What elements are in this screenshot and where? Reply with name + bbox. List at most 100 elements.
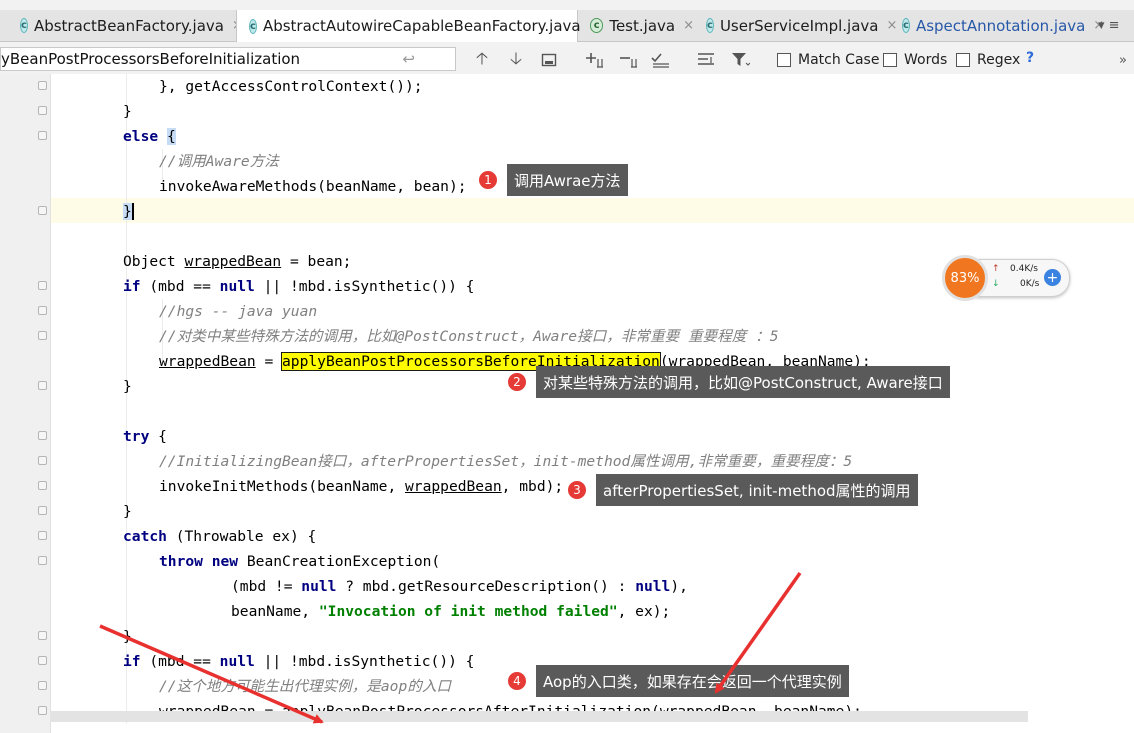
previous-occurrence-icon[interactable]: 🡡 [471,49,493,70]
keyword-try: try [123,428,150,445]
tab-aspect-annotation[interactable]: c AspectAnnotation.java × [890,10,1104,41]
regex-help-icon[interactable]: ? [1026,50,1034,66]
filter-lines-icon[interactable] [695,50,717,70]
horizontal-scrollbar[interactable] [50,711,1028,722]
search-query: yBeanPostProcessorsBeforeInitialization [1,50,301,68]
fold-marker-icon[interactable] [38,681,47,690]
more-options-icon[interactable]: » [1112,50,1134,70]
checkbox-box[interactable] [956,53,970,67]
tab-abstract-autowire-capable-bean-factory[interactable]: c AbstractAutowireCapableBeanFactory.jav… [236,10,600,42]
code-token: ? mbd.getResourceDescription() : [336,578,636,595]
add-occurrence-icon[interactable] [584,50,606,70]
fold-marker-icon[interactable] [38,331,47,340]
checkbox-box[interactable] [777,53,791,67]
regex-label: Regex [977,52,1021,68]
regex-checkbox[interactable]: Regex [956,51,1020,69]
fold-marker-icon[interactable] [38,431,47,440]
code-token: (mbd == [140,653,220,670]
keyword-null: null [635,578,671,595]
code-token: invokeInitMethods(beanName, [159,478,406,495]
fold-marker-icon[interactable] [38,531,47,540]
annotation-badge: 1 [478,170,498,190]
tab-list-menu[interactable]: ▾ ≡ [1098,10,1134,41]
class-icon: c [20,18,28,33]
string-literal: "Invocation of init method failed" [318,603,618,620]
upload-speed: 0.4K/s [1010,264,1038,274]
fold-marker-icon[interactable] [38,131,47,140]
fold-marker-icon[interactable] [38,81,47,90]
code-line: } [123,628,132,645]
tab-label: AbstractBeanFactory.java [33,16,224,35]
fold-marker-icon[interactable] [38,656,47,665]
words-label: Words [904,52,948,68]
filter-icon[interactable] [729,50,751,70]
annotation-badge: 3 [567,480,587,500]
test-class-icon: c [590,18,604,33]
class-icon: c [706,18,714,33]
code-line: beanName, "Invocation of init method fai… [231,599,670,624]
next-occurrence-icon[interactable]: 🡣 [505,49,527,70]
code-line: if (mbd == null || !mbd.isSynthetic()) { [123,649,474,674]
select-all-occurrences-icon[interactable] [538,50,560,70]
code-token: (mbd != [231,578,302,595]
annotation-callout: afterPropertiesSet, init-method属性的调用 [596,474,918,506]
fold-marker-icon[interactable] [38,106,47,115]
code-line: try { [123,424,167,449]
code-line: throw new BeanCreationException( [159,549,440,574]
code-token: = bean; [281,253,352,270]
remove-occurrence-icon[interactable] [618,50,640,70]
code-comment: //InitializingBean接口，afterPropertiesSet，… [159,453,853,470]
fold-marker-icon[interactable] [38,456,47,465]
gutter-divider [50,74,51,733]
code-comment: //hgs -- java yuan [159,303,318,320]
code-line: catch (Throwable ex) { [123,524,316,549]
code-token: { [149,428,167,445]
search-input[interactable]: yBeanPostProcessorsBeforeInitialization … [0,47,456,71]
tab-test[interactable]: c Test.java × [578,10,694,41]
code-token: (mbd == [140,278,220,295]
code-comment: //对类中某些特殊方法的调用，比如@PostConstruct，Aware接口，… [159,328,779,345]
download-arrow-icon: ↓ [992,279,1000,289]
checkbox-box[interactable] [883,53,897,67]
code-token: || !mbd.isSynthetic()) { [254,653,475,670]
code-token: = [255,353,283,370]
match-case-checkbox[interactable]: Match Case [777,51,879,69]
fold-marker-icon[interactable] [38,381,47,390]
code-line: }, getAccessControlContext()); [159,78,423,95]
network-speed-widget[interactable]: 83% ↑ 0.4K/s ↓ 0K/s + [940,253,1070,303]
code-line: invokeAwareMethods(beanName, bean); [159,178,467,195]
code-line: else { [123,124,176,149]
code-token: , ex); [617,603,671,620]
fold-marker-icon[interactable] [38,281,47,290]
fold-marker-icon[interactable] [38,306,47,315]
code-comment: //调用Aware方法 [159,153,279,170]
keyword-new: new [211,553,239,570]
fold-marker-icon[interactable] [38,631,47,640]
keyword-throw: throw [159,553,203,570]
select-all-check-icon[interactable] [650,50,672,70]
fold-marker-icon[interactable] [38,506,47,515]
code-token: BeanCreationException( [238,553,441,570]
tab-user-service-impl[interactable]: c UserServiceImpl.java × [694,10,897,41]
words-checkbox[interactable]: Words [883,51,947,69]
fold-marker-icon[interactable] [38,706,47,715]
plus-icon[interactable]: + [1044,269,1061,286]
code-line: (mbd != null ? mbd.getResourceDescriptio… [231,574,688,599]
annotation-badge: 4 [507,671,527,691]
matched-brace: } [123,203,134,220]
close-icon[interactable]: × [683,18,694,33]
tab-abstract-bean-factory[interactable]: c AbstractBeanFactory.java × [0,10,243,41]
fold-marker-icon[interactable] [38,481,47,490]
tab-label: AbstractAutowireCapableBeanFactory.java [262,17,581,35]
fold-marker-icon[interactable] [38,556,47,565]
find-bar: yBeanPostProcessorsBeforeInitialization … [0,46,1134,75]
fold-marker-icon[interactable] [38,206,47,215]
keyword-catch: catch [123,528,167,545]
code-token: wrappedBean [184,253,282,270]
keyword-null: null [301,578,337,595]
code-token: ), [670,578,688,595]
newline-icon[interactable]: ↩ [402,48,415,70]
code-token: (Throwable ex) { [166,528,317,545]
annotation-callout: Aop的入口类，如果存在会返回一个代理实例 [536,665,849,697]
match-case-label: Match Case [798,52,880,68]
